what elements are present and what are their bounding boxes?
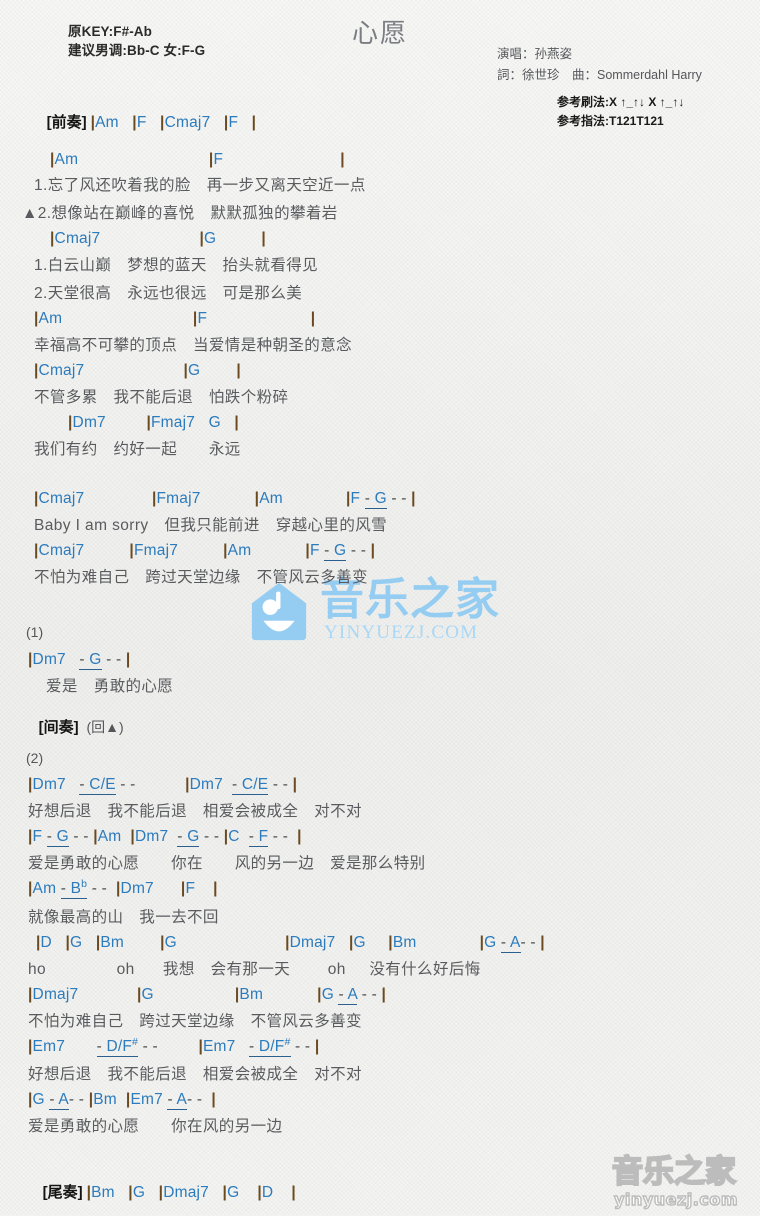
section-label-intro: [前奏] [46, 114, 87, 131]
strumming-pattern: 参考刷法:X ↑_↑↓ X ↑_↑↓ [557, 95, 685, 109]
chord-line: |G - A- - |Bm |Em7 - A- - | [28, 1091, 216, 1110]
chord-line: |Am |F | [34, 310, 316, 327]
section-label-outro: [尾奏] [42, 1184, 83, 1201]
section-label-interlude: [间奏] [38, 719, 79, 736]
chord-line: |D |G |Bm |G |Dmaj7 |G |Bm |G - A- - | [36, 934, 545, 953]
chord-line: |Dm7 |Fmaj7 G | [68, 414, 239, 431]
lyric-line: 1.忘了风还吹着我的脸 再一步又离天空近一点 [34, 177, 366, 194]
chord-sheet-page: 心愿 原KEY:F#-Ab 建议男调:Bb-C 女:F-G 演唱：孙燕姿 詞：徐… [0, 0, 760, 1215]
lyric-line: ho oh 我想 会有那一天 oh 没有什么好后悔 [28, 961, 481, 978]
chord-line: |Cmaj7 |G | [34, 362, 241, 379]
intro-row: [前奏] |Am |F |Cmaj7 |F | [30, 100, 256, 145]
lyric-line: 1.白云山巅 梦想的蓝天 抬头就看得见 [34, 257, 319, 274]
lyric-line: 不怕为难自己 跨过天堂边缘 不管风云多善变 [28, 1013, 362, 1030]
interlude-row: [间奏] (回▲) [22, 705, 124, 750]
chord-line: |Am |F | [50, 151, 345, 168]
chord-line: |Cmaj7 |Fmaj7 |Am |F - G - - | [34, 542, 376, 561]
part-number-1: (1) [26, 624, 44, 640]
writer-credit: 詞：徐世珍 曲：Sommerdahl Harry [497, 68, 702, 82]
reference-patterns: 参考刷法:X ↑_↑↓ X ↑_↑↓ 参考指法:T121T121 [557, 93, 684, 131]
original-key: 原KEY:F#-Ab [68, 24, 152, 39]
chord-line: |Dmaj7 |G |Bm |G - A - - | [28, 986, 387, 1005]
part-number-2: (2) [26, 750, 44, 766]
lyric-line: 2.天堂很高 永远也很远 可是那么美 [34, 285, 303, 302]
outro-chord-line: |Bm |G |Dmaj7 |G |D | [86, 1184, 296, 1201]
outro-row: [尾奏] |Bm |G |Dmaj7 |G |D | [26, 1170, 296, 1215]
key-info: 原KEY:F#-Ab 建议男调:Bb-C 女:F-G [68, 22, 205, 60]
chord-line: |Cmaj7 |G | [50, 230, 266, 247]
intro-chord-line: |Am |F |Cmaj7 |F | [90, 114, 257, 131]
lyric-line: 就像最高的山 我一去不回 [28, 909, 219, 926]
chord-line: |F - G - - |Am |Dm7 - G - - |C - F - - | [28, 828, 302, 847]
suggested-key: 建议男调:Bb-C 女:F-G [68, 43, 206, 58]
interlude-note: (回▲) [86, 719, 124, 735]
chord-line: |Dm7 - C/E - - |Dm7 - C/E - - | [28, 776, 298, 795]
lyric-line: ▲2.想像站在巅峰的喜悦 默默孤独的攀着岩 [22, 205, 338, 222]
lyric-line: 爱是勇敢的心愿 你在风的另一边 [28, 1118, 283, 1135]
picking-pattern: 参考指法:T121T121 [557, 114, 664, 128]
lyric-line: 我们有约 约好一起 永远 [34, 441, 241, 458]
chord-line: |Cmaj7 |Fmaj7 |Am |F - G - - | [34, 490, 416, 509]
lyric-line: 好想后退 我不能后退 相爱会被成全 对不对 [28, 803, 362, 820]
lyric-line: 好想后退 我不能后退 相爱会被成全 对不对 [28, 1066, 362, 1083]
chord-line: |Em7 - D/F# - - |Em7 - D/F# - - | [28, 1035, 320, 1057]
lyric-line: 不怕为难自己 跨过天堂边缘 不管风云多善变 [34, 569, 368, 586]
lyric-line: 幸福高不可攀的顶点 当爱情是种朝圣的意念 [34, 337, 353, 354]
chord-line: |Am - Bb - - |Dm7 |F | [28, 877, 218, 899]
lyric-line: Baby I am sorry 但我只能前进 穿越心里的风雪 [34, 517, 388, 534]
lyric-line: 不管多累 我不能后退 怕跌个粉碎 [34, 389, 289, 406]
singer-credit: 演唱：孙燕姿 [497, 47, 573, 61]
lyric-line: 爱是勇敢的心愿 你在 风的另一边 爱是那么特别 [28, 855, 426, 872]
chord-line: |Dm7 - G - - | [28, 651, 131, 670]
credits: 演唱：孙燕姿 詞：徐世珍 曲：Sommerdahl Harry [497, 44, 702, 86]
lyric-line: 爱是 勇敢的心愿 [46, 678, 174, 695]
